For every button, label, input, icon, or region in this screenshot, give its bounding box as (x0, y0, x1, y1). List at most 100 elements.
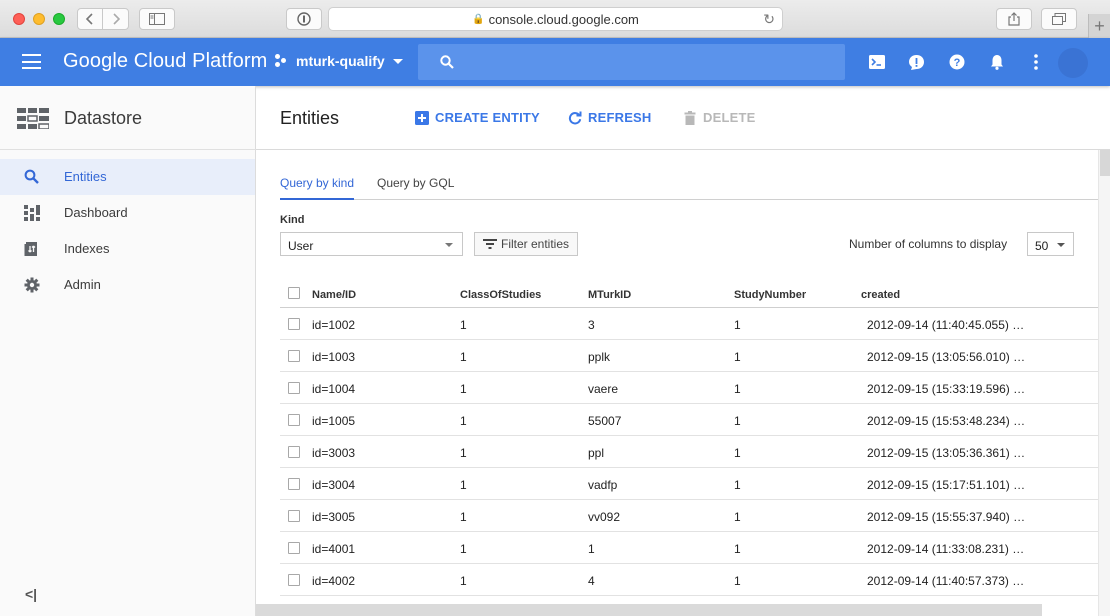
cell-study-number: 1 (734, 574, 741, 588)
show-tabs-button[interactable] (1041, 8, 1077, 30)
filter-icon (483, 239, 497, 249)
browser-toolbar: 🔒 console.cloud.google.com ↻ + (0, 0, 1110, 38)
caret-down-icon (1057, 243, 1065, 247)
close-window-button[interactable] (13, 13, 25, 25)
table-row[interactable]: id=3004 1 vadfp 1 2012-09-15 (15:17:51.101) … (280, 468, 1098, 500)
cell-class-of-studies: 1 (460, 350, 467, 364)
feedback-button[interactable] (906, 52, 926, 72)
scrollbar-thumb[interactable] (1100, 150, 1110, 176)
row-checkbox[interactable] (288, 510, 300, 522)
cloud-shell-button[interactable] (867, 52, 887, 72)
table-row[interactable]: id=4002 1 4 1 2012-09-14 (11:40:57.373) EDT (280, 564, 1098, 596)
privacy-report-button[interactable] (286, 8, 322, 30)
cell-created: 2012-09-15 (15:33:19.596) EDT (867, 382, 1032, 396)
search-bar (418, 44, 845, 80)
cell-name-id[interactable]: id=4002 (312, 574, 355, 588)
refresh-button[interactable]: REFRESH (568, 110, 652, 125)
table-row[interactable]: id=4001 1 1 1 2012-09-14 (11:33:08.231) EDT (280, 532, 1098, 564)
filter-entities-label: Filter entities (501, 237, 570, 251)
share-button[interactable] (996, 8, 1032, 30)
cell-class-of-studies: 1 (460, 318, 467, 332)
forward-button[interactable] (103, 9, 128, 29)
minimize-window-button[interactable] (33, 13, 45, 25)
more-options-button[interactable] (1026, 52, 1046, 72)
cell-name-id[interactable]: id=1002 (312, 318, 355, 332)
row-checkbox[interactable] (288, 542, 300, 554)
tab-query-by-gql[interactable]: Query by GQL (377, 176, 454, 200)
help-icon: ? (949, 54, 965, 70)
table-row[interactable]: id=1004 1 vaere 1 2012-09-15 (15:33:19.596) … (280, 372, 1098, 404)
cell-name-id[interactable]: id=1003 (312, 350, 355, 364)
cell-mturk-id: 1 (588, 542, 595, 556)
notifications-button[interactable] (987, 52, 1007, 72)
search-input[interactable] (466, 50, 826, 74)
menu-icon[interactable] (22, 54, 41, 69)
columns-display-value: 50 (1035, 239, 1049, 253)
tab-query-by-kind[interactable]: Query by kind (280, 176, 355, 200)
columns-display-select[interactable]: 50 (1027, 232, 1074, 256)
show-sidebar-button[interactable] (139, 8, 175, 30)
column-header-name-id[interactable]: Name/ID (312, 289, 356, 301)
column-header-class-of-studies[interactable]: ClassOfStudies (460, 289, 541, 301)
table-row[interactable]: id=1005 1 55007 1 2012-09-15 (15:53:48.234) … (280, 404, 1098, 436)
horizontal-scrollbar[interactable] (256, 604, 1042, 616)
entities-table: Name/ID ClassOfStudies MTurkID StudyNumb… (280, 279, 1098, 596)
project-selector[interactable]: mturk-qualify (275, 53, 403, 69)
table-row[interactable]: id=1003 1 pplk 1 2012-09-15 (13:05:56.010) E… (280, 340, 1098, 372)
table-row[interactable]: id=3003 1 ppl 1 2012-09-15 (13:05:36.361) ED… (280, 436, 1098, 468)
nav-item-indexes[interactable]: Indexes (0, 231, 255, 267)
main-content: Entities CREATE ENTITY REFRESH DELETE Qu… (256, 86, 1110, 616)
nav-item-admin[interactable]: Admin (0, 267, 255, 303)
reload-icon[interactable]: ↻ (763, 11, 775, 28)
row-checkbox[interactable] (288, 382, 300, 394)
column-header-mturk-id[interactable]: MTurkID (588, 289, 631, 301)
cell-name-id[interactable]: id=4001 (312, 542, 355, 556)
select-all-checkbox[interactable] (288, 287, 300, 299)
product-name: Datastore (64, 108, 143, 128)
column-header-created[interactable]: created (861, 289, 1026, 301)
search-icon (440, 55, 454, 69)
cell-study-number: 1 (734, 542, 741, 556)
cell-name-id[interactable]: id=3005 (312, 510, 355, 524)
help-button[interactable]: ? (947, 52, 967, 72)
row-checkbox[interactable] (288, 574, 300, 586)
history-nav (77, 8, 129, 30)
delete-button[interactable]: DELETE (683, 110, 755, 125)
cell-name-id[interactable]: id=3003 (312, 446, 355, 460)
collapse-nav-button[interactable]: <| (25, 586, 37, 602)
cell-created: 2012-09-15 (15:17:51.101) EDT (867, 478, 1032, 492)
row-checkbox[interactable] (288, 478, 300, 490)
cell-study-number: 1 (734, 478, 741, 492)
cell-name-id[interactable]: id=1005 (312, 414, 355, 428)
new-tab-button[interactable]: + (1088, 14, 1110, 38)
cell-name-id[interactable]: id=1004 (312, 382, 355, 396)
platform-title[interactable]: Google Cloud Platform (63, 50, 267, 73)
row-checkbox[interactable] (288, 318, 300, 330)
cell-created: 2012-09-15 (15:55:37.940) EDT (867, 510, 1032, 524)
cell-created: 2012-09-15 (13:05:36.361) EDT (867, 446, 1032, 460)
zoom-window-button[interactable] (53, 13, 65, 25)
column-header-study-number[interactable]: StudyNumber (734, 289, 806, 301)
create-entity-button[interactable]: CREATE ENTITY (415, 110, 540, 125)
table-row[interactable]: id=3005 1 vv092 1 2012-09-15 (15:55:37.940) … (280, 500, 1098, 532)
cell-study-number: 1 (734, 382, 741, 396)
cell-created: 2012-09-14 (11:33:08.231) EDT (867, 542, 1032, 556)
filter-entities-button[interactable]: Filter entities (474, 232, 578, 256)
back-button[interactable] (78, 9, 104, 29)
cell-name-id[interactable]: id=3004 (312, 478, 355, 492)
kind-label: Kind (280, 214, 305, 226)
feedback-icon (908, 54, 924, 70)
vertical-scrollbar[interactable] (1098, 150, 1110, 616)
account-avatar[interactable] (1058, 48, 1088, 78)
cell-created: 2012-09-14 (11:40:45.055) EDT (867, 318, 1032, 332)
chevron-right-icon (112, 13, 120, 25)
address-bar[interactable]: 🔒 console.cloud.google.com ↻ (328, 7, 783, 31)
nav-item-entities[interactable]: Entities (0, 159, 255, 195)
table-row[interactable]: id=1002 1 3 1 2012-09-14 (11:40:45.055) EDT (280, 308, 1098, 340)
row-checkbox[interactable] (288, 446, 300, 458)
row-checkbox[interactable] (288, 414, 300, 426)
nav-item-dashboard[interactable]: Dashboard (0, 195, 255, 231)
cell-class-of-studies: 1 (460, 414, 467, 428)
kind-select[interactable]: User (280, 232, 463, 256)
row-checkbox[interactable] (288, 350, 300, 362)
